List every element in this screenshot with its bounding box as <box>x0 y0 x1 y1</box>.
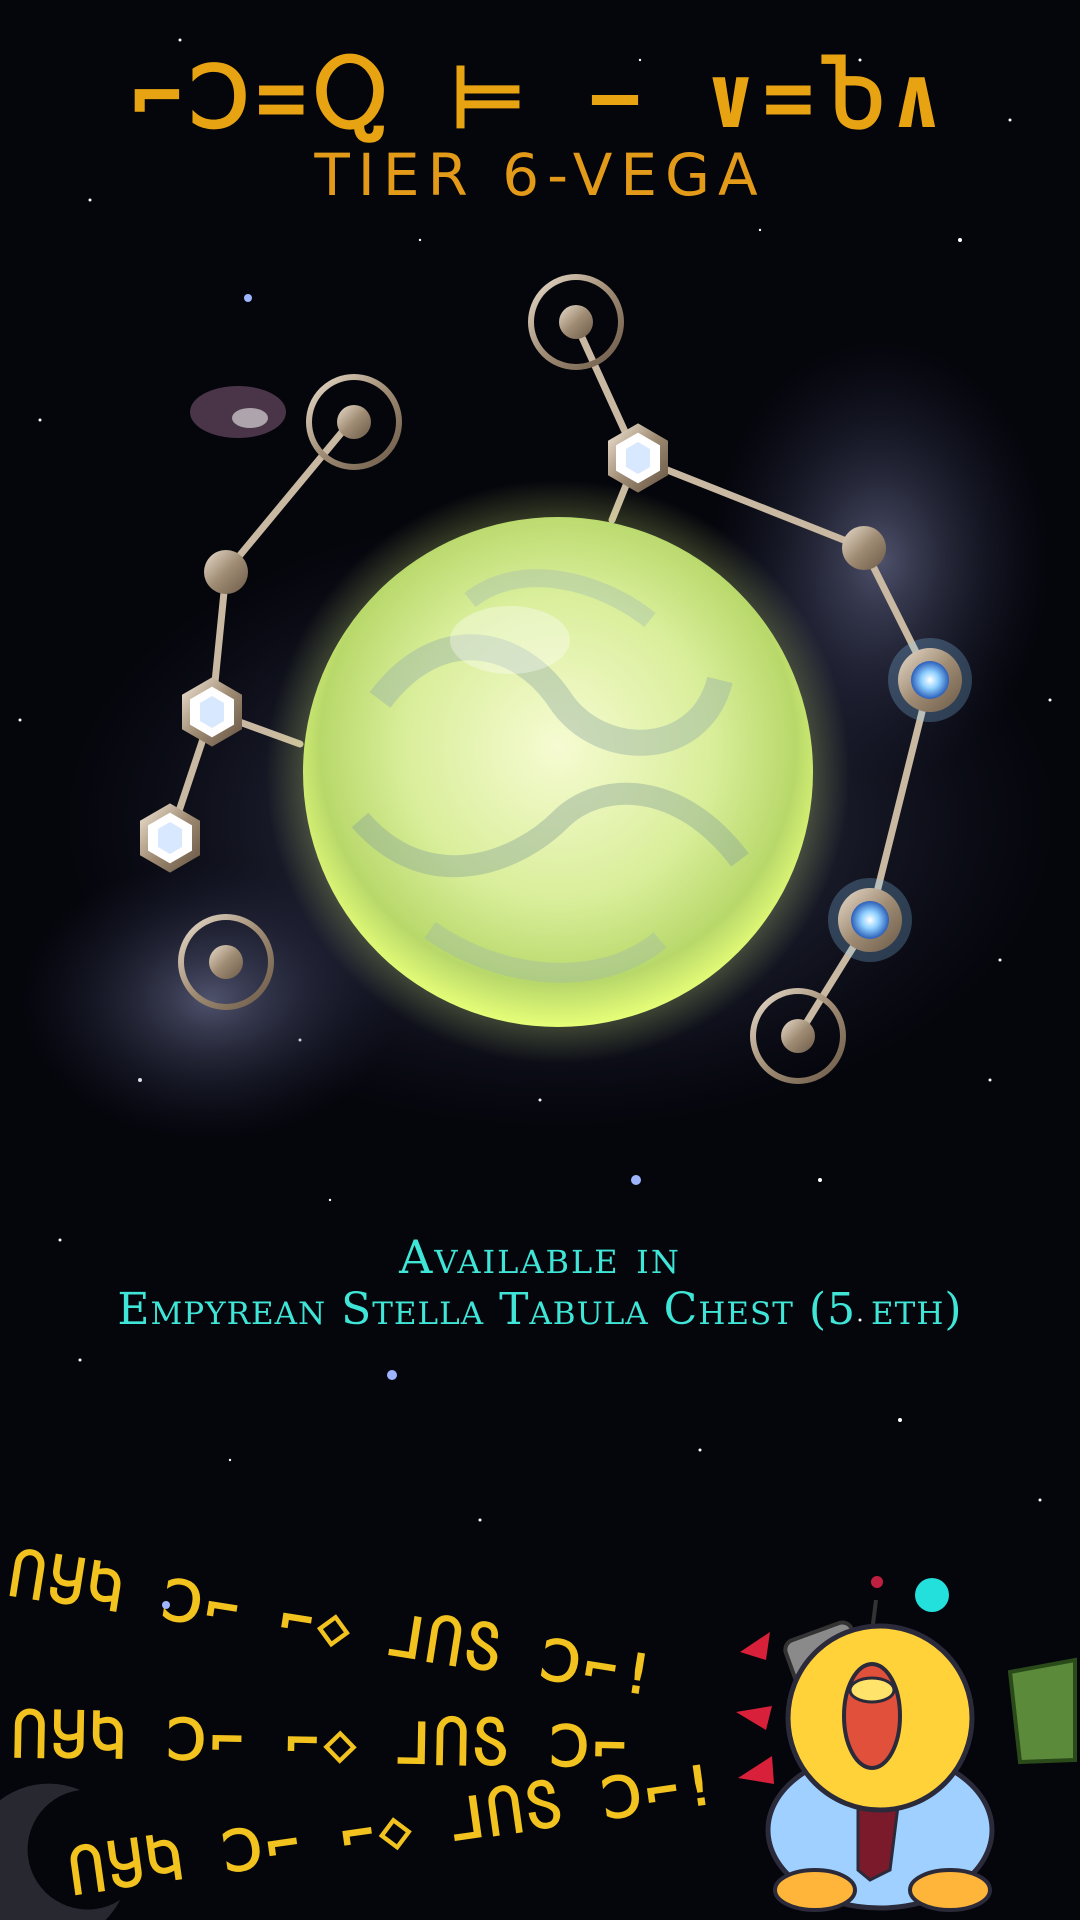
constellation-node-glow <box>828 878 912 962</box>
scene: ⌐Ↄ=Ⴍ ⊨ − ∨=Ⴆ∧ TIER 6-VEGA Available in E… <box>0 0 1080 1920</box>
constellation-node-ring <box>528 274 624 370</box>
constellation-node-joint <box>842 526 886 570</box>
availability-line-1: Available in <box>399 1230 681 1284</box>
constellation-node-hex <box>140 803 200 873</box>
availability-line-2: Empyrean Stella Tabula Chest (5 eth) <box>117 1284 963 1335</box>
constellation-node-hex <box>608 423 668 493</box>
tier-label: TIER 6-VEGA <box>314 141 766 209</box>
vega-star-orb <box>266 480 850 1064</box>
alien-title: ⌐Ↄ=Ⴍ ⊨ − ∨=Ⴆ∧ <box>131 48 949 148</box>
constellation-node-glow <box>888 638 972 722</box>
mascot-shouting-duck <box>736 1576 1077 1912</box>
distant-nebula <box>190 386 286 438</box>
constellation-node-joint <box>204 550 248 594</box>
constellation-node-ring <box>306 374 402 470</box>
shout-text: ႶႸႩ Ↄ⌐ ⌐◇ ⅃ႶႽ Ↄ⌐ <box>11 1705 632 1781</box>
constellation-node-hex <box>182 677 242 747</box>
